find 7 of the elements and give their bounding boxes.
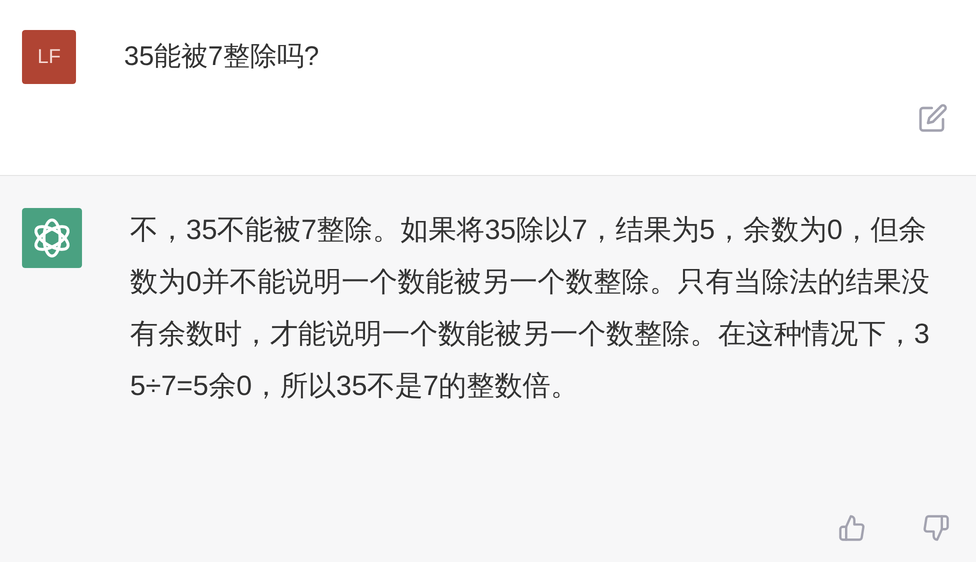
assistant-answer: 不，35不能被7整除。如果将35除以7，结果为5，余数为0，但余数为0并不能说明一个数能被另一个数整除。只有当除法的结果没有余数时，才能说明一个数能被另一个数整除。在这种情况下，35÷7=5余0，所以35不是7的整数倍。 <box>130 213 931 403</box>
thumbs-up-icon[interactable] <box>838 514 866 542</box>
assistant-logo-icon <box>22 208 82 268</box>
edit-icon[interactable] <box>918 103 948 133</box>
user-question: 35能被7整除吗? <box>124 40 320 73</box>
user-avatar: LF <box>22 30 76 84</box>
thumbs-down-icon[interactable] <box>922 514 950 542</box>
